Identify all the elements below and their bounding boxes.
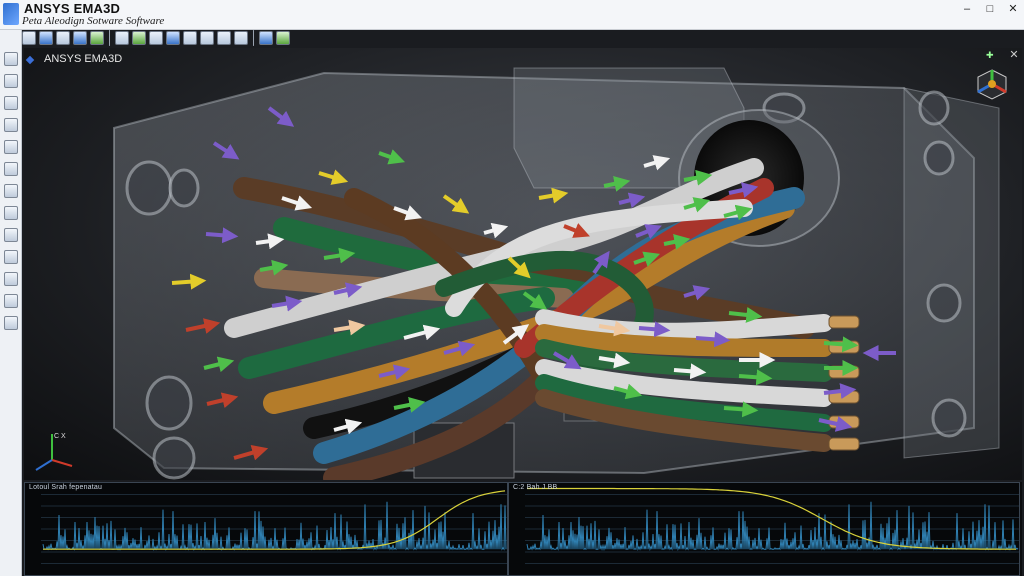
waveform-plot-left — [41, 490, 507, 564]
zoom-icon[interactable] — [73, 31, 87, 45]
box-icon[interactable] — [4, 206, 18, 220]
line-icon[interactable] — [200, 31, 214, 45]
document-icon[interactable] — [4, 52, 18, 66]
select-icon[interactable] — [39, 31, 53, 45]
waveform-area: Lotoul Srah fepenatau C:2 Bah J BB — [24, 482, 1022, 576]
view-icon[interactable] — [276, 31, 290, 45]
curve-icon[interactable] — [4, 140, 18, 154]
title-bar: ANSYS EMA3D Peta Aleodign Sotware Softwa… — [0, 0, 1024, 30]
layers-icon[interactable] — [4, 316, 18, 330]
app-subtitle: Peta Aleodign Sotware Software — [22, 15, 165, 27]
render-icon[interactable] — [259, 31, 273, 45]
waveform-panel-left[interactable]: Lotoul Srah fepenatau — [24, 482, 508, 576]
rotate-icon[interactable] — [115, 31, 129, 45]
app-logo-icon — [3, 3, 19, 25]
mesh-icon[interactable] — [132, 31, 146, 45]
left-tool-column — [0, 30, 22, 576]
pick-icon[interactable] — [56, 31, 70, 45]
signal-trace — [526, 501, 1019, 552]
shape-icon[interactable] — [4, 74, 18, 88]
panel-title-left: Lotoul Srah fepenatau — [29, 484, 103, 491]
wire-icon[interactable] — [4, 118, 18, 132]
minimize-button[interactable]: – — [956, 2, 978, 16]
pan-icon[interactable] — [90, 31, 104, 45]
harness-scene — [113, 67, 1000, 480]
toolbar-separator — [109, 30, 110, 46]
signal-trace — [42, 501, 507, 552]
chart-icon[interactable] — [4, 250, 18, 264]
viewport-title: ANSYS EMA3D — [44, 53, 123, 65]
toolbar-separator — [253, 30, 254, 46]
line-icon[interactable] — [4, 96, 18, 110]
triad-label: C X — [54, 433, 66, 440]
main-toolbar — [22, 28, 342, 48]
export-icon[interactable] — [166, 31, 180, 45]
probe-icon[interactable] — [149, 31, 163, 45]
probe-icon[interactable] — [4, 162, 18, 176]
viewport-close-button[interactable]: ✕ — [1008, 49, 1020, 61]
arrow-icon[interactable] — [234, 31, 248, 45]
pin-icon[interactable]: ✚ — [986, 50, 996, 60]
orientation-cube-icon[interactable] — [974, 66, 1010, 102]
curve-icon[interactable] — [217, 31, 231, 45]
panel-title-right: C:2 Bah J BB — [513, 484, 558, 491]
3d-viewport[interactable]: ANSYS EMA3D ✚ ✕ C X — [24, 48, 1022, 480]
maximize-button[interactable]: □ — [979, 2, 1001, 16]
app-title: ANSYS EMA3D — [24, 1, 121, 16]
color-icon[interactable] — [4, 184, 18, 198]
cube-icon[interactable] — [4, 294, 18, 308]
open-icon[interactable] — [22, 31, 36, 45]
waveform-panel-right[interactable]: C:2 Bah J BB — [508, 482, 1020, 576]
move-icon[interactable] — [183, 31, 197, 45]
close-button[interactable]: ✕ — [1002, 2, 1024, 16]
axis-triad-icon: C X — [35, 433, 73, 471]
waveform-plot-right — [525, 487, 1019, 564]
sim-icon[interactable] — [4, 272, 18, 286]
source-icon[interactable] — [4, 228, 18, 242]
